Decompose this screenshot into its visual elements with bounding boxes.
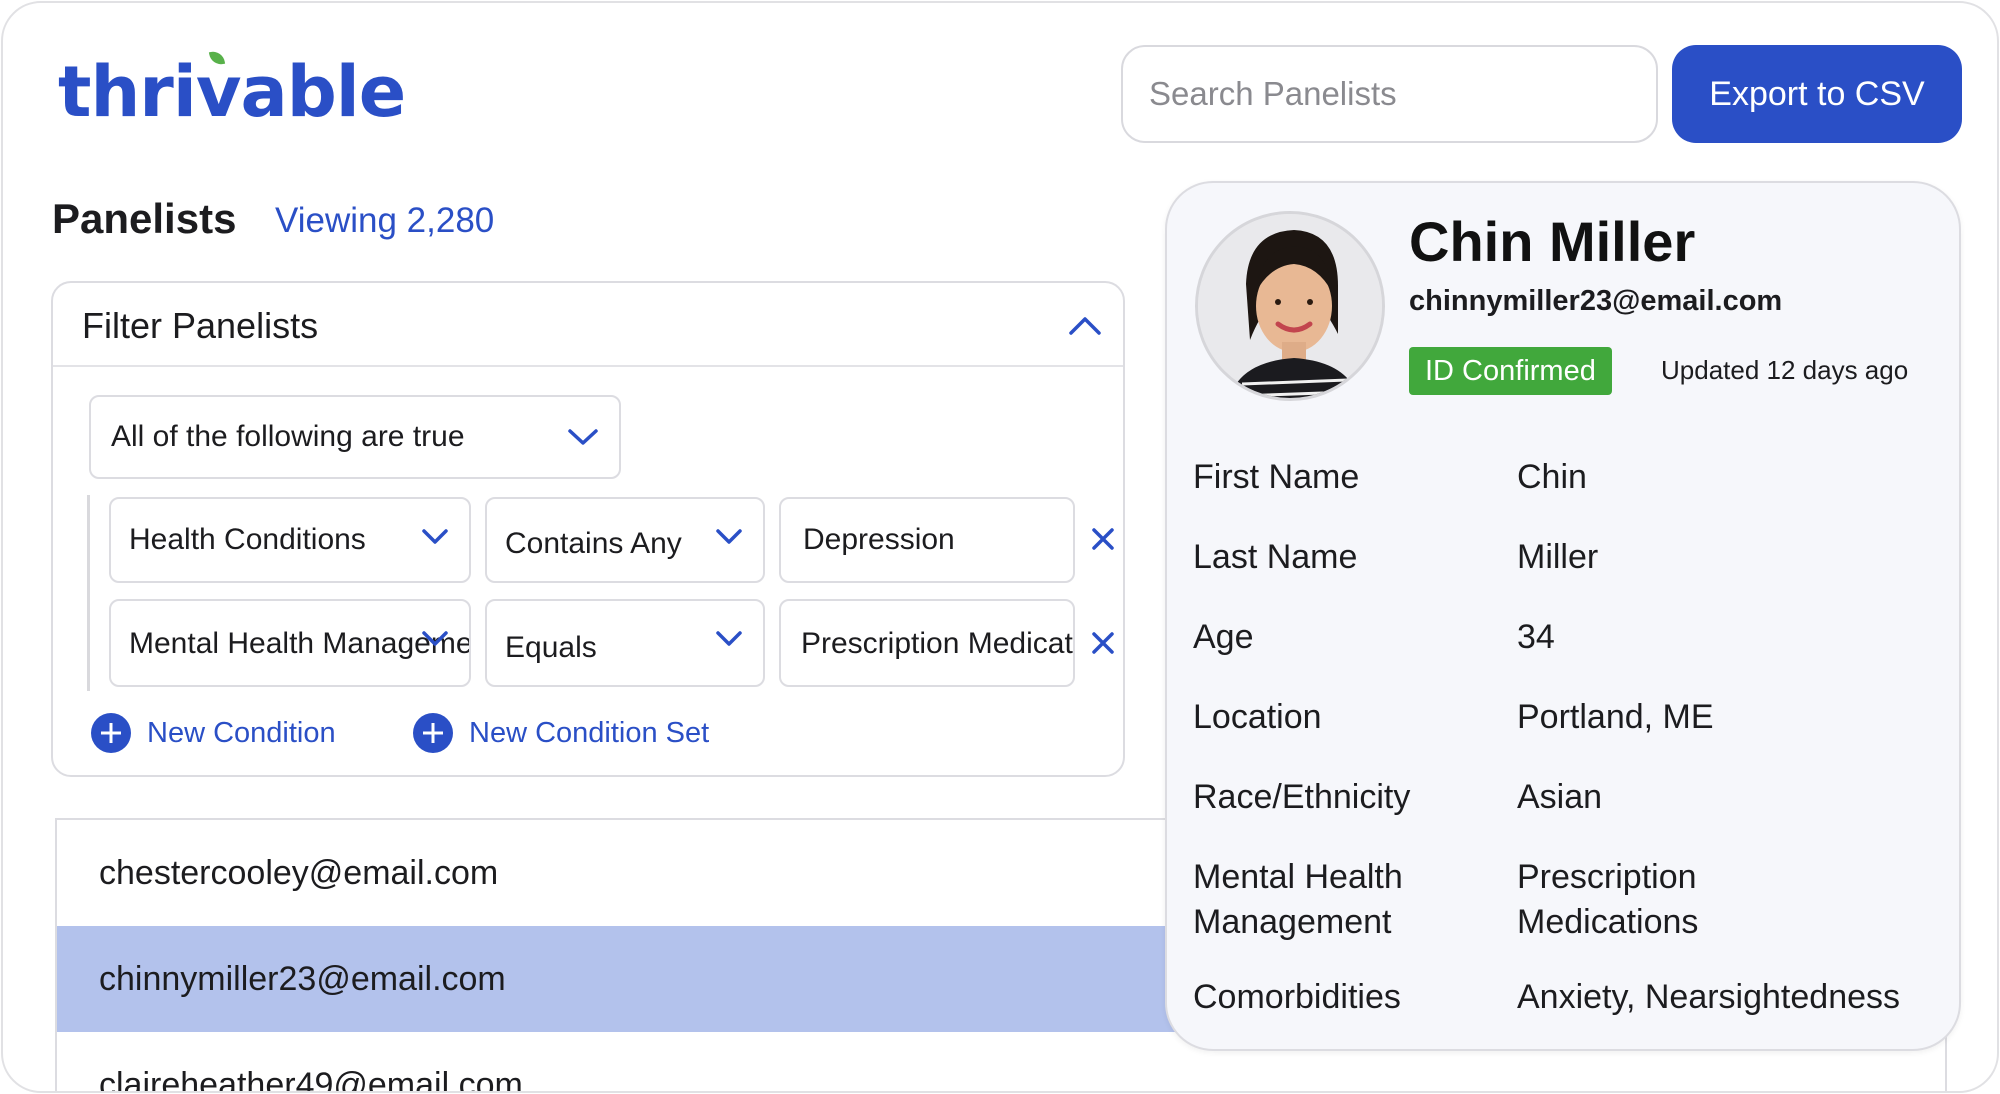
id-confirmed-badge: ID Confirmed: [1409, 347, 1612, 395]
condition-operator-select[interactable]: Equals: [485, 599, 765, 687]
condition-field-value: Mental Health Management: [129, 627, 471, 660]
condition-operator-value: Contains Any: [505, 527, 682, 560]
remove-condition-button[interactable]: [1083, 519, 1123, 559]
detail-label: Comorbidities: [1193, 978, 1401, 1016]
condition-value-text: Depression: [803, 523, 955, 556]
profile-email: chinnymiller23@email.com: [1409, 285, 1783, 317]
match-mode-value: All of the following are true: [111, 420, 465, 453]
detail-value: Portland, ME: [1517, 698, 1714, 736]
detail-label: Age: [1193, 618, 1254, 656]
panelist-email: claireheather49@email.com: [99, 1065, 523, 1093]
avatar: [1195, 211, 1385, 401]
new-condition-set-button[interactable]: New Condition Set: [413, 713, 709, 753]
chevron-down-icon: [568, 429, 598, 445]
chevron-down-icon: [716, 529, 742, 544]
profile-name: Chin Miller: [1409, 210, 1696, 273]
leaf-icon: [208, 49, 225, 67]
filter-panel: Filter Panelists All of the following ar…: [51, 281, 1125, 777]
collapse-filter-button[interactable]: [1061, 301, 1109, 349]
panelist-email: chinnymiller23@email.com: [99, 959, 506, 998]
condition-value-input[interactable]: Depression: [779, 497, 1075, 583]
match-mode-select[interactable]: All of the following are true: [89, 395, 621, 479]
condition-operator-value: Equals: [505, 631, 597, 664]
avatar-photo: [1198, 214, 1382, 398]
app-window: thrivable Export to CSV Panelists Viewin…: [1, 1, 1999, 1093]
condition-value-input[interactable]: Prescription Medications: [779, 599, 1075, 687]
close-icon: [1092, 528, 1114, 550]
filter-title: Filter Panelists: [82, 305, 319, 346]
detail-value: Prescription Medications: [1517, 858, 1699, 941]
new-condition-set-label: New Condition Set: [469, 716, 710, 749]
chevron-down-icon: [422, 631, 448, 646]
condition-value-text: Prescription Medications: [801, 627, 1073, 660]
close-icon: [1092, 632, 1114, 654]
condition-group-rule: [87, 495, 90, 691]
detail-value: Chin: [1517, 458, 1587, 496]
search-input[interactable]: [1121, 45, 1658, 143]
filter-header[interactable]: Filter Panelists: [53, 283, 1123, 367]
new-condition-label: New Condition: [147, 716, 336, 749]
detail-label: Last Name: [1193, 538, 1358, 576]
condition-field-value: Health Conditions: [129, 523, 366, 556]
remove-condition-button[interactable]: [1083, 623, 1123, 663]
condition-operator-select[interactable]: Contains Any: [485, 497, 765, 583]
export-csv-button[interactable]: Export to CSV: [1672, 45, 1962, 143]
page-title: Panelists: [52, 195, 237, 242]
detail-label: Mental Health Management: [1193, 858, 1403, 941]
detail-label: Location: [1193, 698, 1322, 736]
detail-value: Anxiety, Nearsightedness: [1517, 978, 1901, 1016]
new-condition-button[interactable]: New Condition: [91, 713, 336, 753]
detail-label: First Name: [1193, 458, 1360, 496]
chevron-up-icon: [1069, 317, 1101, 335]
updated-timestamp: Updated 12 days ago: [1661, 355, 1909, 385]
plus-circle-icon: [413, 713, 453, 753]
thrivable-logo[interactable]: thriv able: [58, 49, 406, 127]
chevron-down-icon: [422, 529, 448, 544]
viewing-count: Viewing 2,280: [275, 201, 495, 240]
panelist-profile-card: Chin Miller chinnymiller23@email.com ID …: [1165, 181, 1961, 1051]
condition-field-select[interactable]: Mental Health Management: [109, 599, 471, 687]
detail-label: Race/Ethnicity: [1193, 778, 1411, 816]
detail-value: Miller: [1517, 538, 1599, 576]
plus-circle-icon: [91, 713, 131, 753]
panelist-email: chestercooley@email.com: [99, 853, 499, 892]
detail-value: Asian: [1517, 778, 1603, 816]
chevron-down-icon: [716, 631, 742, 646]
condition-field-select[interactable]: Health Conditions: [109, 497, 471, 583]
detail-value: 34: [1517, 618, 1555, 656]
